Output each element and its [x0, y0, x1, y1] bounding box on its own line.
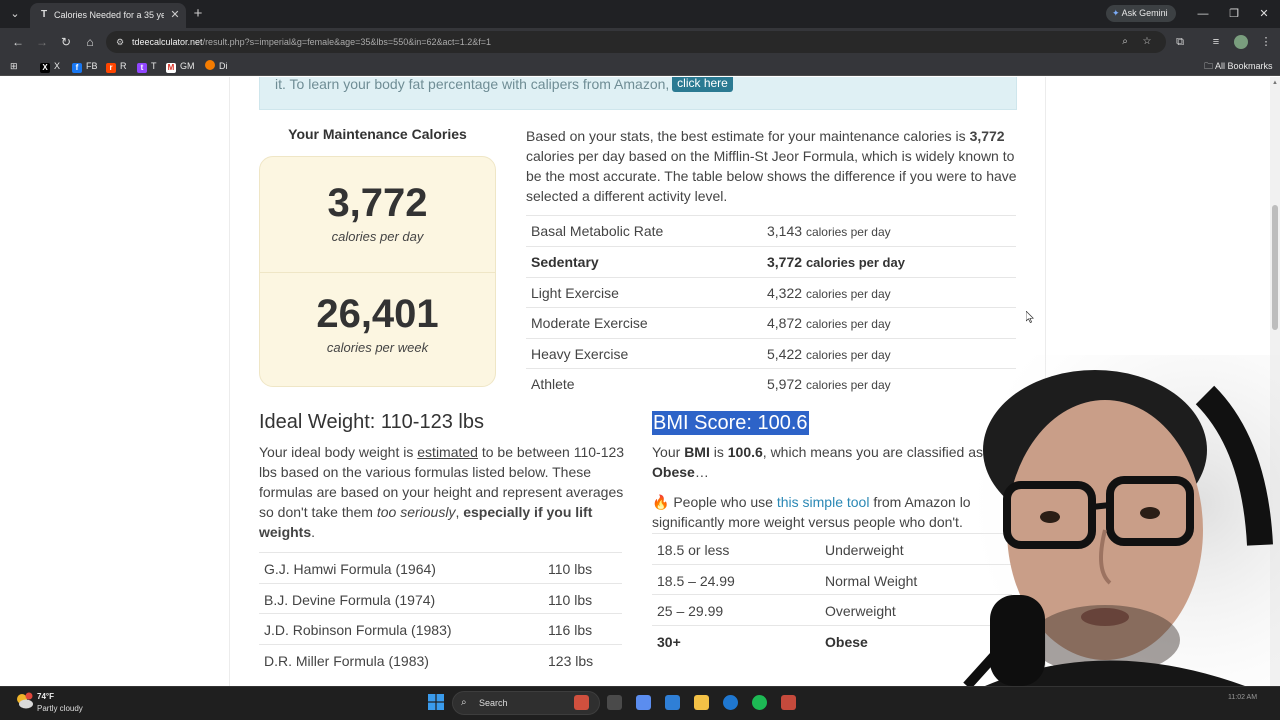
tab-search-icon[interactable]: ⌄ — [6, 6, 24, 22]
bookmark-gm[interactable]: M GM — [166, 59, 195, 73]
table-row: G.J. Hamwi Formula (1964) 110 lbs — [259, 552, 622, 583]
minimize-icon[interactable]: — — [1195, 6, 1211, 22]
all-bookmarks[interactable]: 🗀 All Bookmarks — [1204, 59, 1273, 73]
folder-icon: 🗀 — [1204, 61, 1216, 71]
table-row: Moderate Exercise 4,872 calories per day — [526, 307, 1016, 338]
gmail-icon: M — [166, 63, 176, 73]
close-tab-icon[interactable]: ✕ — [168, 8, 182, 22]
bookmark-star-icon[interactable]: ☆ — [1140, 35, 1154, 49]
copilot-icon[interactable] — [636, 695, 651, 710]
table-row: Athlete 5,972 calories per day — [526, 368, 1016, 399]
bookmark-x[interactable]: XX — [40, 59, 60, 73]
weather-condition[interactable]: Partly cloudy — [37, 704, 83, 713]
gemini-icon: ✦ — [1112, 8, 1120, 18]
forward-icon[interactable]: → — [34, 34, 50, 50]
tab-title: Calories Needed for a 35 year old — [54, 10, 164, 20]
calorie-summary-box: 3,772 calories per day 26,401 calories p… — [259, 156, 496, 387]
click-here-button[interactable]: click here — [672, 77, 733, 92]
weather-temperature[interactable]: 74°F — [37, 692, 54, 701]
body-fat-info-bar: it. To learn your body fat percentage wi… — [259, 77, 1017, 110]
table-row: D.R. Miller Formula (1983) 123 lbs — [259, 644, 622, 675]
restore-icon[interactable]: ❐ — [1226, 6, 1242, 22]
widget-app-icon[interactable] — [574, 695, 589, 710]
bookmark-t[interactable]: tT — [137, 59, 157, 73]
ask-gemini-label: Ask Gemini — [1121, 8, 1168, 18]
task-view-icon[interactable] — [607, 695, 622, 710]
site-favicon-icon: T — [40, 9, 48, 20]
maintenance-title: Your Maintenance Calories — [288, 126, 467, 142]
info-bar-text: it. To learn your body fat percentage wi… — [275, 77, 670, 92]
address-bar[interactable]: ⚙ tdeecalculator.net/result.php?s=imperi… — [106, 31, 1166, 53]
bookmark-r[interactable]: rR — [106, 59, 127, 73]
di-icon — [205, 60, 215, 70]
close-window-icon[interactable]: ✕ — [1256, 6, 1272, 22]
reddit-icon: r — [106, 63, 116, 73]
spotify-icon[interactable] — [752, 695, 767, 710]
bookmarks-bar: ⊞ XX f FB rR tT M GM Di 🗀 All Bookmarks — [0, 56, 1280, 76]
browser-toolbar: ← → ↻ ⌂ ⚙ tdeecalculator.net/result.php?… — [0, 28, 1280, 56]
table-row: B.J. Devine Formula (1974) 110 lbs — [259, 583, 622, 614]
bmi-score-title: BMI Score: 100.6 — [652, 411, 809, 435]
bookmark-di[interactable]: Di — [205, 59, 228, 73]
home-icon[interactable]: ⌂ — [82, 34, 98, 50]
weekly-calories-value: 26,401 — [316, 292, 439, 336]
bookmark-fb[interactable]: f FB — [72, 59, 98, 73]
windows-start-icon[interactable] — [428, 694, 444, 710]
facebook-icon: f — [72, 63, 82, 73]
reload-icon[interactable]: ↻ — [58, 34, 74, 50]
search-icon: ⌕ — [461, 697, 467, 708]
back-icon[interactable]: ← — [10, 34, 26, 50]
table-row: Sedentary 3,772 calories per day — [526, 246, 1016, 277]
site-info-icon[interactable]: ⚙ — [114, 36, 126, 48]
mouse-cursor-icon — [1026, 311, 1034, 323]
url-text: tdeecalculator.net/result.php?s=imperial… — [132, 37, 492, 47]
ask-gemini-button[interactable]: ✦ Ask Gemini — [1106, 5, 1176, 22]
weekly-calories-label: calories per week — [326, 340, 429, 355]
daily-calories-label: calories per day — [331, 229, 424, 244]
x-logo-icon: X — [40, 63, 50, 73]
content-container: it. To learn your body fat percentage wi… — [229, 77, 1046, 686]
scroll-up-icon[interactable]: ▲ — [1272, 80, 1278, 86]
media-controls-icon[interactable]: ≡ — [1208, 34, 1224, 50]
extensions-icon[interactable]: ⧉ — [1172, 34, 1188, 50]
zoom-icon[interactable]: ⌕ — [1118, 35, 1132, 49]
table-row: Light Exercise 4,322 calories per day — [526, 277, 1016, 308]
partly-cloudy-icon[interactable] — [14, 692, 34, 710]
table-row: J.D. Robinson Formula (1983) 116 lbs — [259, 613, 622, 644]
taskbar-clock[interactable]: 11:02 AM — [1228, 694, 1257, 701]
stats-paragraph: Based on your stats, the best estimate f… — [526, 128, 1017, 204]
scrollbar-thumb[interactable] — [1272, 205, 1278, 330]
chrome-icon[interactable] — [781, 695, 796, 710]
simple-tool-link[interactable]: this simple tool — [777, 494, 870, 510]
daily-calories-value: 3,772 — [327, 181, 428, 225]
webcam-overlay — [955, 355, 1280, 686]
twitch-icon: t — [137, 63, 147, 73]
profile-avatar[interactable] — [1234, 35, 1248, 49]
file-explorer-icon[interactable] — [694, 695, 709, 710]
ideal-weight-paragraph: Your ideal body weight is estimated to b… — [259, 444, 625, 540]
apps-icon[interactable]: ⊞ — [10, 59, 18, 73]
windows-taskbar: 74°F Partly cloudy ⌕ Search 11:02 AM — [0, 686, 1280, 720]
browser-menu-icon[interactable]: ⋮ — [1258, 34, 1274, 50]
estimated-link[interactable]: estimated — [417, 444, 478, 460]
new-tab-icon[interactable]: + — [190, 6, 206, 22]
store-icon[interactable] — [665, 695, 680, 710]
tab-bar: ⌄ T Calories Needed for a 35 year old ✕ … — [0, 0, 1280, 28]
search-label: Search — [479, 698, 508, 708]
fire-icon: 🔥 — [652, 494, 670, 510]
table-row: Basal Metabolic Rate 3,143 calories per … — [526, 215, 1016, 246]
ideal-weight-title: Ideal Weight: 110-123 lbs — [259, 411, 484, 433]
table-row: Heavy Exercise 5,422 calories per day — [526, 338, 1016, 369]
app-icon[interactable] — [723, 695, 738, 710]
divider — [260, 272, 495, 273]
active-tab[interactable]: T Calories Needed for a 35 year old ✕ — [30, 3, 186, 28]
